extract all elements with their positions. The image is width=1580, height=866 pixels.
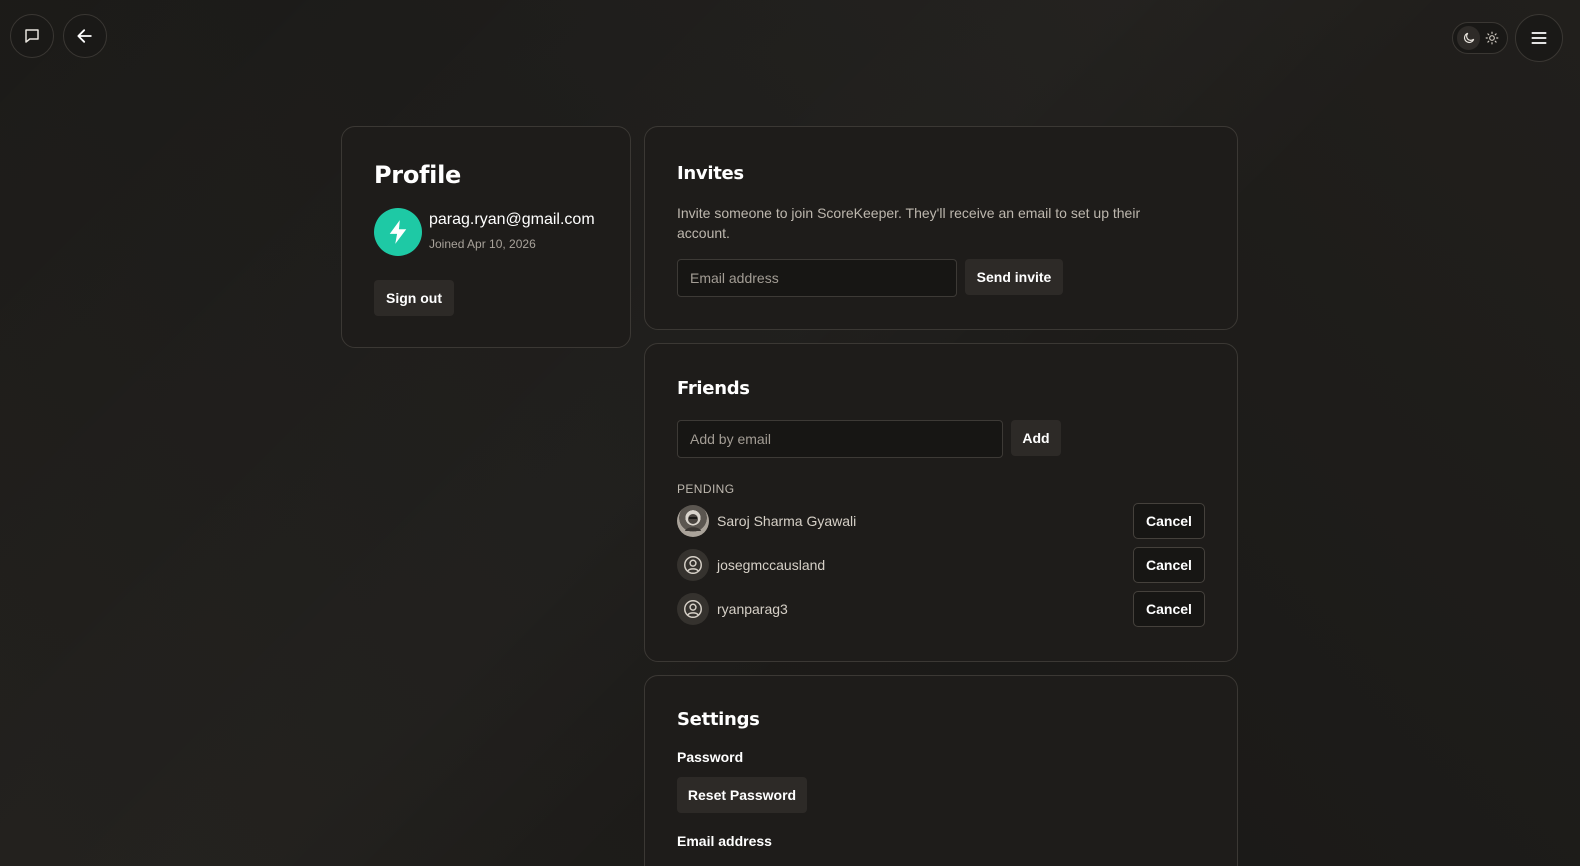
pending-heading: PENDING (677, 482, 735, 496)
reset-password-button[interactable]: Reset Password (677, 777, 807, 813)
add-friend-button[interactable]: Add (1011, 420, 1061, 456)
theme-toggle[interactable] (1452, 22, 1508, 54)
sign-out-button[interactable]: Sign out (374, 280, 454, 316)
user-icon (684, 600, 702, 618)
pending-name: Saroj Sharma Gyawali (717, 513, 857, 529)
pending-row: josegmccausland Cancel (677, 547, 1205, 583)
sun-icon (1485, 31, 1498, 45)
pending-row: ryanparag3 Cancel (677, 591, 1205, 627)
chat-bubble-icon (25, 29, 39, 43)
chat-button[interactable] (10, 14, 54, 58)
cancel-invite-button[interactable]: Cancel (1133, 591, 1205, 627)
pending-name: ryanparag3 (717, 601, 788, 617)
friends-title: Friends (677, 378, 750, 399)
moon-icon (1463, 32, 1474, 43)
invites-card: Invites Invite someone to join ScoreKeep… (644, 126, 1238, 330)
pending-avatar (677, 549, 709, 581)
profile-title: Profile (374, 161, 461, 189)
settings-title: Settings (677, 709, 760, 730)
pending-avatar (677, 593, 709, 625)
pending-row: Saroj Sharma Gyawali Cancel (677, 503, 1205, 539)
invites-title: Invites (677, 163, 744, 184)
pending-avatar-photo (677, 505, 709, 537)
hamburger-menu-icon (1531, 32, 1547, 44)
email-address-label: Email address (677, 833, 772, 849)
back-button[interactable] (63, 14, 107, 58)
menu-button[interactable] (1515, 14, 1563, 62)
profile-card: Profile parag.ryan@gmail.com Joined Apr … (341, 126, 631, 348)
profile-joined: Joined Apr 10, 2026 (429, 237, 536, 251)
pending-name: josegmccausland (717, 557, 826, 573)
cancel-invite-button[interactable]: Cancel (1133, 503, 1205, 539)
invites-description: Invite someone to join ScoreKeeper. They… (677, 205, 1141, 241)
password-label: Password (677, 749, 744, 765)
arrow-left-icon (77, 29, 92, 43)
avatar (374, 208, 422, 256)
person-photo-icon (685, 514, 701, 531)
profile-email: parag.ryan@gmail.com (429, 211, 595, 228)
theme-light-option[interactable] (1480, 26, 1503, 50)
theme-dark-option[interactable] (1457, 26, 1480, 50)
add-friend-input[interactable] (677, 420, 1003, 458)
friends-card: Friends Add PENDING Saroj Sharma Gyawali… (644, 343, 1238, 662)
send-invite-button[interactable]: Send invite (965, 259, 1063, 295)
invite-email-input[interactable] (677, 259, 957, 297)
settings-card: Settings Password Reset Password Email a… (644, 675, 1238, 866)
lightning-bolt-icon (389, 220, 407, 244)
cancel-invite-button[interactable]: Cancel (1133, 547, 1205, 583)
user-icon (684, 556, 702, 574)
